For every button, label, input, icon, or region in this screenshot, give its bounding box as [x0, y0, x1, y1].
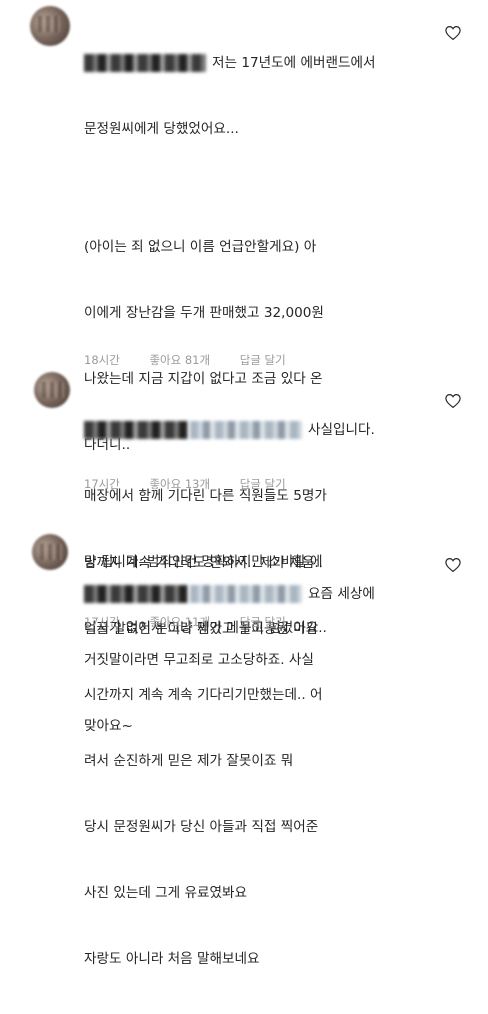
- blurred-text: [190, 421, 302, 439]
- comment-first-line: 사실입니다.: [84, 419, 424, 441]
- comment-meta: 17시간 좋아요 11개 답글 달기: [84, 614, 286, 630]
- like-heart-icon[interactable]: [444, 392, 462, 410]
- like-count[interactable]: 좋아요 11개: [149, 615, 210, 629]
- avatar[interactable]: [34, 372, 70, 408]
- comment-first-text: 요즘 세상에: [308, 586, 375, 602]
- comment-first-line: 요즘 세상에: [84, 583, 424, 605]
- comment-text: 요즘 세상에 거짓말이라면 무고죄로 고소당하죠. 사실 맞아요~: [84, 539, 424, 781]
- comment-first-text: 저는 17년도에 에버랜드에서: [212, 55, 376, 71]
- comment-time: 18시간: [84, 353, 120, 367]
- comment-meta: 17시간 좋아요 13개 답글 달기: [84, 476, 286, 492]
- comment-line: 문정원씨에게 당했었어요...: [84, 121, 239, 137]
- blurred-username[interactable]: [84, 54, 206, 72]
- like-count[interactable]: 좋아요 13개: [149, 477, 210, 491]
- reply-button[interactable]: 답글 달기: [240, 615, 286, 629]
- avatar[interactable]: [30, 6, 70, 46]
- reply-button[interactable]: 답글 달기: [240, 353, 286, 367]
- comment-line: 당시 문정원씨가 당신 아들과 직접 찍어준: [84, 819, 319, 835]
- blurred-username[interactable]: [84, 585, 188, 603]
- like-count[interactable]: 좋아요 81개: [149, 353, 210, 367]
- comment-time: 17시간: [84, 615, 120, 629]
- comment-time: 17시간: [84, 477, 120, 491]
- comment-line: 자랑도 아니라 처음 말해보네요: [84, 951, 260, 967]
- comment-meta: 18시간 좋아요 81개 답글 달기: [84, 352, 286, 368]
- avatar[interactable]: [32, 534, 68, 570]
- comment-line: 사진 있는데 그게 유료였봐요: [84, 885, 248, 901]
- blurred-username[interactable]: [84, 421, 188, 439]
- comment-line: (아이는 죄 없으니 이름 언급안할게요) 아: [84, 239, 317, 255]
- like-heart-icon[interactable]: [444, 24, 462, 42]
- comment-first-text: 사실입니다.: [308, 422, 375, 438]
- like-heart-icon[interactable]: [444, 556, 462, 574]
- blurred-text: [190, 585, 302, 603]
- comment-spacer: [84, 184, 424, 192]
- comment-first-line: 저는 17년도에 에버랜드에서: [84, 52, 424, 74]
- comment-line: 맞아요~: [84, 718, 133, 734]
- comment-line: 이에게 장난감을 두개 판매했고 32,000원: [84, 305, 324, 321]
- reply-button[interactable]: 답글 달기: [240, 477, 286, 491]
- comment-line: 거짓말이라면 무고죄로 고소당하죠. 사실: [84, 652, 314, 668]
